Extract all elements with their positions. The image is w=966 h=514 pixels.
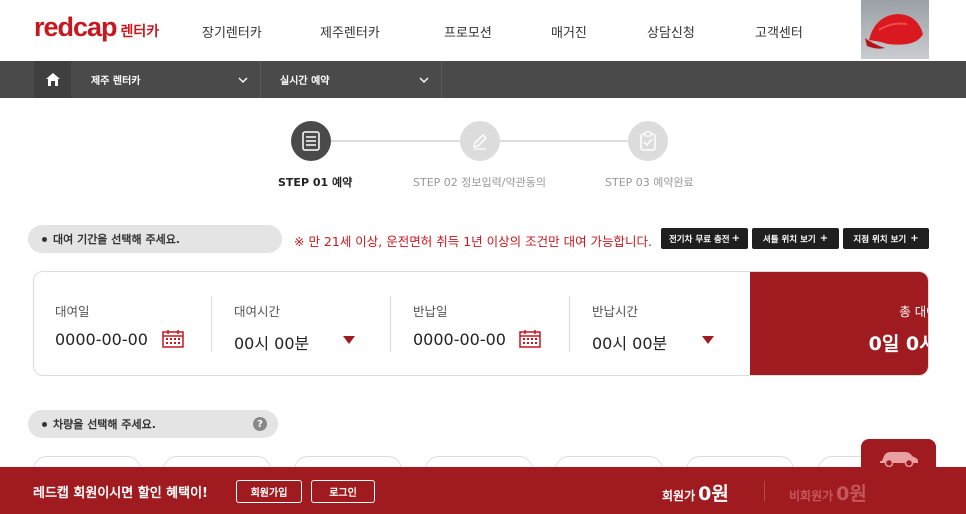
step-3-circle [628,121,668,161]
login-label: 로그인 [329,488,357,499]
clipboard-check-icon [640,131,656,151]
nonmember-price-label: 비회원가 [789,489,834,503]
return-date-label: 반납일 [413,304,448,319]
nav-item-magazine[interactable]: 매거진 [551,22,587,41]
nonmember-price: 비회원가 0원 [789,479,867,506]
vehicle-section-pill: 차량을 선택해 주세요. [28,410,278,438]
sub-nav-bar: 제주 렌터카 실시간 예약 [0,61,966,98]
help-icon[interactable]: ? [253,417,267,431]
period-section-pill: 대여 기간을 선택해 주세요. [28,225,282,253]
vehicle-section-label: 차량을 선택해 주세요. [53,418,156,431]
shuttle-location-label: 셔틀 위치 보기 [762,234,816,245]
step-1-label: STEP 01 예약 [278,176,353,189]
step-connector [500,140,630,142]
region-select[interactable]: 제주 렌터카 [73,61,261,98]
list-icon [302,131,320,151]
home-button[interactable] [34,61,71,98]
member-benefit-text: 레드캡 회원이시면 할인 혜택이! [33,486,208,501]
rent-date-label: 대여일 [55,304,90,319]
pen-icon [472,133,488,150]
return-date-field[interactable]: 반납일 0000-00-00 [391,272,570,375]
nav-item-promotion[interactable]: 프로모션 [444,22,492,41]
ev-charging-label: 전기차 무료 충전 [668,234,730,245]
step-2-label: STEP 02 정보입력/약관동의 [413,176,546,189]
nonmember-price-value: 0원 [836,483,867,505]
plus-icon: + [819,233,829,244]
step-3-label: STEP 03 예약완료 [605,176,694,189]
member-price: 회원가 0원 [662,479,729,506]
branch-location-button[interactable]: 지점 위치 보기 + [843,228,929,249]
return-time-field[interactable]: 반납시간 00시 00분 [570,272,750,375]
rent-date-field[interactable]: 대여일 0000-00-00 [34,272,212,375]
total-time-label: 총 대여시간 [899,304,928,319]
calendar-icon [162,330,184,348]
nav-item-jeju-rental[interactable]: 제주렌터카 [320,22,380,41]
member-price-label: 회원가 [662,489,696,503]
reservation-type-value: 실시간 예약 [280,76,330,87]
step-2-circle [460,121,500,161]
period-section-label: 대여 기간을 선택해 주세요. [53,233,180,246]
return-time-value: 00시 00분 [592,334,668,353]
bullet-dot [42,236,47,242]
rent-date-value: 0000-00-00 [55,330,148,349]
age-notice: ※ 만 21세 이상, 운전면허 취득 1년 이상의 조건만 대여 가능합니다. [294,234,653,249]
return-time-label: 반납시간 [592,304,639,319]
nav-item-long-term-rental[interactable]: 장기렌터카 [202,22,262,41]
dropdown-triangle-icon[interactable] [343,336,355,344]
dropdown-triangle-icon[interactable] [702,336,714,344]
site-header: redcap 렌터카 장기렌터카 제주렌터카 프로모션 매거진 상담신청 고객센… [0,0,966,61]
total-time-value: 0일 0시간 0분 [868,333,928,355]
reservation-type-select[interactable]: 실시간 예약 [262,61,442,98]
booking-panel: 대여일 0000-00-00 대여시간 00시 00분 반납일 0000-00-… [33,271,929,376]
rent-time-field[interactable]: 대여시간 00시 00분 [212,272,391,375]
member-benefit-bar: 레드캡 회원이시면 할인 혜택이! 회원가입 로그인 회원가 0원 비회원가 0… [0,467,966,514]
step-connector [330,140,462,142]
signup-button[interactable]: 회원가입 [236,480,302,503]
chevron-down-icon [238,77,248,83]
chevron-down-icon [419,77,429,83]
ev-charging-button[interactable]: 전기차 무료 충전 + [661,228,748,249]
red-cap-icon[interactable] [861,0,929,59]
logo[interactable]: redcap 렌터카 [34,12,159,43]
plus-icon: + [731,233,741,244]
region-select-value: 제주 렌터카 [91,76,141,87]
logo-sub-text: 렌터카 [120,24,160,40]
member-price-value: 0원 [698,483,729,505]
rent-time-label: 대여시간 [234,304,281,319]
price-divider [764,481,765,501]
nav-item-customer-center[interactable]: 고객센터 [755,22,803,41]
rent-time-value: 00시 00분 [234,334,310,353]
step-1-circle [291,121,331,161]
branch-location-label: 지점 위치 보기 [853,234,907,245]
return-date-value: 0000-00-00 [413,330,506,349]
calendar-icon [519,330,541,348]
total-rental-time: 총 대여시간 0일 0시간 0분 [750,272,928,375]
signup-label: 회원가입 [250,488,288,499]
bullet-dot [42,421,47,427]
shuttle-location-button[interactable]: 셔틀 위치 보기 + [752,228,839,249]
logo-main-text: redcap [34,12,118,42]
home-icon [45,73,60,86]
login-button[interactable]: 로그인 [311,480,375,503]
car-icon [879,452,918,468]
nav-item-consultation[interactable]: 상담신청 [647,22,695,41]
plus-icon: + [910,233,919,244]
